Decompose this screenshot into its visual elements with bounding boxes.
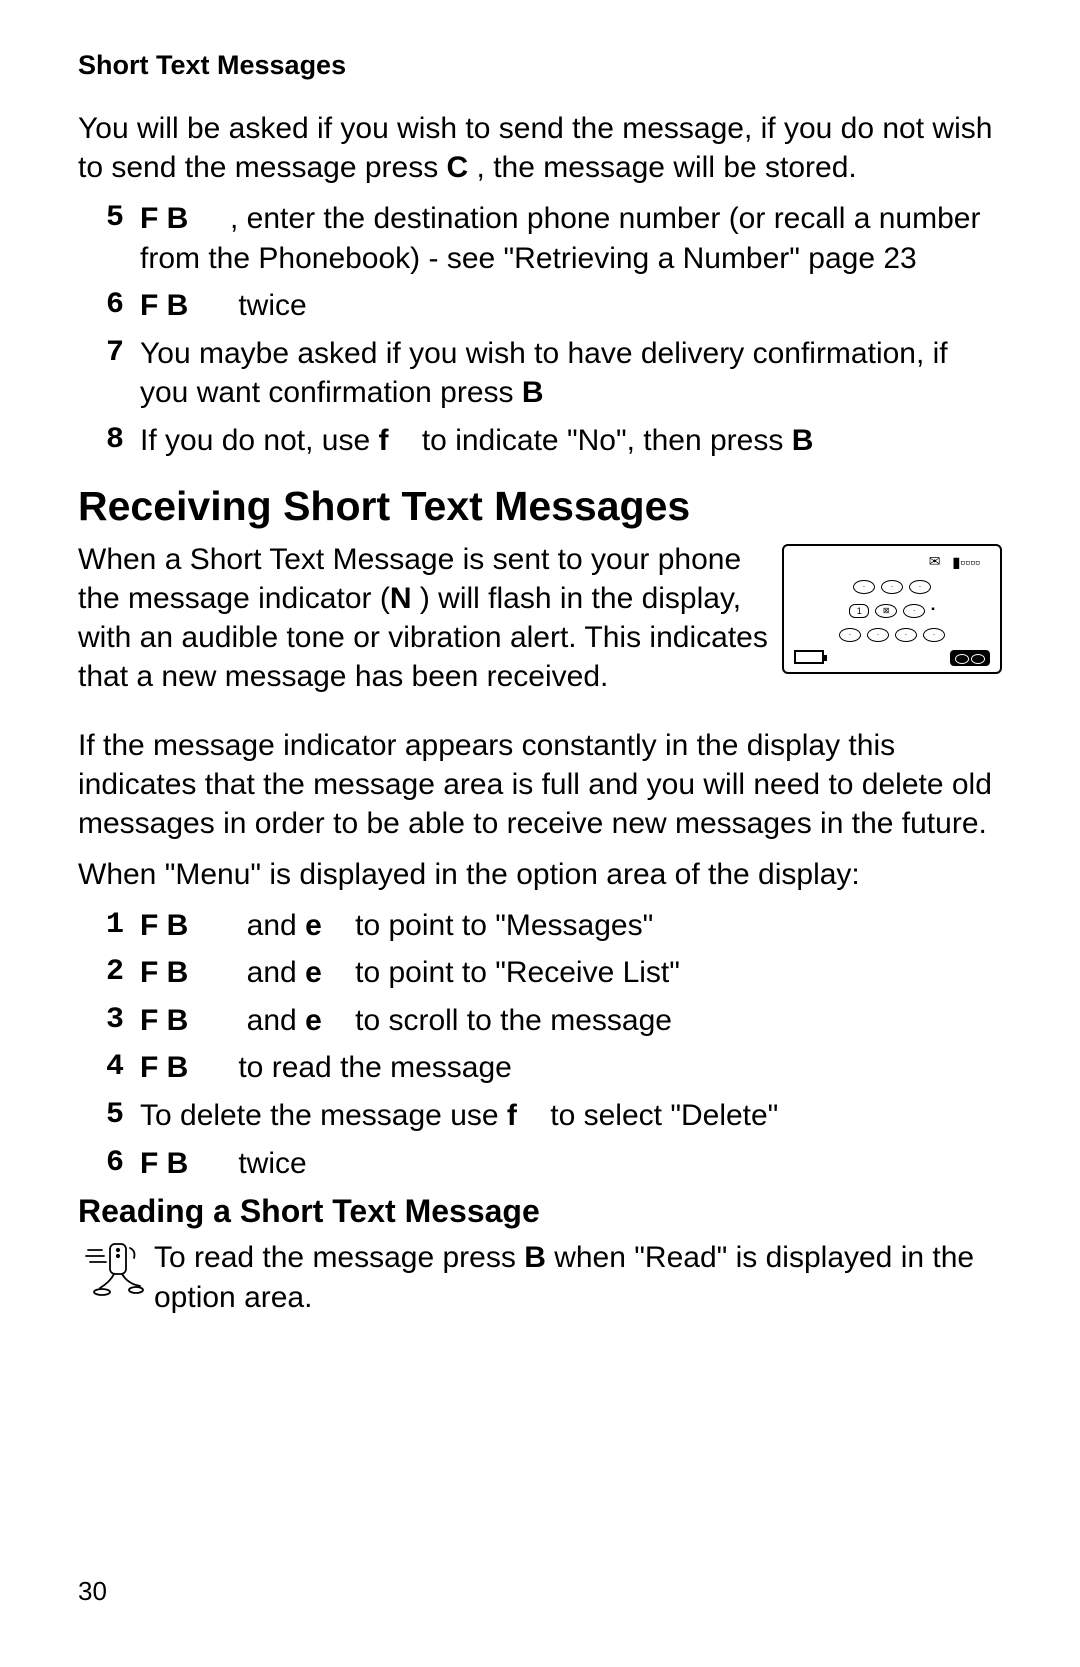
step-b4: 4 F B to read the message bbox=[106, 1048, 1002, 1088]
steps-block-a: 5 F B , enter the destination phone numb… bbox=[78, 199, 1002, 461]
key-fb: F B bbox=[140, 909, 188, 942]
step-a7: 7 You maybe asked if you wish to have de… bbox=[106, 334, 1002, 413]
lcd-cell: · bbox=[923, 628, 945, 642]
step-number: 6 bbox=[106, 286, 140, 326]
phone-screen-icon: ✉ ▮▫▫▫▫ · · · 1 ⊠ · ▪ · · · · bbox=[782, 544, 1002, 674]
before: To delete the message use bbox=[140, 1099, 507, 1132]
step-number: 8 bbox=[106, 421, 140, 461]
envelope-icon: ✉ bbox=[929, 554, 941, 571]
key-b: B bbox=[522, 376, 544, 409]
tail: to point to "Messages" bbox=[347, 909, 653, 942]
step-mid: to indicate "No", then press bbox=[414, 424, 792, 457]
lcd-cell: · bbox=[867, 628, 889, 642]
key-fb: F B bbox=[140, 1147, 188, 1180]
lcd-cell: · bbox=[853, 580, 875, 594]
and: and bbox=[238, 909, 305, 942]
intro-text-2: , the message will be stored. bbox=[468, 151, 857, 184]
step-number: 4 bbox=[106, 1048, 140, 1088]
lcd-cell: ⊠ bbox=[875, 604, 897, 618]
step-text: F B and e to scroll to the message bbox=[140, 1001, 1002, 1041]
receiving-p2: If the message indicator appears constan… bbox=[78, 726, 1002, 843]
step-number: 6 bbox=[106, 1144, 140, 1184]
key-e: e bbox=[305, 956, 322, 989]
tip-row: To read the message press B when "Read" … bbox=[78, 1238, 1002, 1317]
step-b2: 2 F B and e to point to "Receive List" bbox=[106, 953, 1002, 993]
softkey-icon bbox=[950, 650, 990, 666]
key-fb: F B bbox=[140, 1051, 188, 1084]
step-content: twice bbox=[238, 289, 306, 322]
lcd-dot: ▪ bbox=[931, 604, 935, 618]
step-text: F B and e to point to "Receive List" bbox=[140, 953, 1002, 993]
lcd-cell: · bbox=[895, 628, 917, 642]
battery-icon bbox=[794, 650, 824, 664]
step-a8: 8 If you do not, use f to indicate "No",… bbox=[106, 421, 1002, 461]
lcd-cell: · bbox=[909, 580, 931, 594]
step-number: 1 bbox=[106, 906, 140, 946]
step-text: F B , enter the destination phone number… bbox=[140, 199, 1002, 278]
page-header: Short Text Messages bbox=[78, 50, 1002, 81]
step-text: F B twice bbox=[140, 286, 1002, 326]
lcd-cell: · bbox=[881, 580, 903, 594]
step-content: , enter the destination phone number (or… bbox=[140, 202, 980, 275]
and: and bbox=[238, 1004, 305, 1037]
signal-icon: ▮▫▫▫▫ bbox=[952, 554, 980, 571]
step-text: To delete the message use f to select "D… bbox=[140, 1096, 1002, 1136]
step-number: 5 bbox=[106, 1096, 140, 1136]
tail: to point to "Receive List" bbox=[347, 956, 680, 989]
step-content: You maybe asked if you wish to have deli… bbox=[140, 337, 948, 410]
step-b5: 5 To delete the message use f to select … bbox=[106, 1096, 1002, 1136]
step-b3: 3 F B and e to scroll to the message bbox=[106, 1001, 1002, 1041]
lcd-cell: 1 bbox=[849, 604, 869, 618]
step-text: You maybe asked if you wish to have deli… bbox=[140, 334, 1002, 413]
key-b: B bbox=[524, 1241, 546, 1274]
tail: to scroll to the message bbox=[347, 1004, 672, 1037]
key-f: f bbox=[379, 424, 389, 457]
receiving-p3: When "Menu" is displayed in the option a… bbox=[78, 855, 1002, 894]
step-b1: 1 F B and e to point to "Messages" bbox=[106, 906, 1002, 946]
tail: to read the message bbox=[238, 1051, 512, 1084]
tail: to select "Delete" bbox=[542, 1099, 778, 1132]
key-c: C bbox=[447, 151, 469, 184]
step-text: F B to read the message bbox=[140, 1048, 1002, 1088]
step-b6: 6 F B twice bbox=[106, 1144, 1002, 1184]
lcd-cell: · bbox=[839, 628, 861, 642]
step-before: If you do not, use bbox=[140, 424, 379, 457]
step-a6: 6 F B twice bbox=[106, 286, 1002, 326]
step-a5: 5 F B , enter the destination phone numb… bbox=[106, 199, 1002, 278]
steps-block-b: 1 F B and e to point to "Messages" 2 F B… bbox=[78, 906, 1002, 1184]
tip-a: To read the message press bbox=[154, 1241, 524, 1274]
step-text: F B twice bbox=[140, 1144, 1002, 1184]
tip-text: To read the message press B when "Read" … bbox=[154, 1238, 1002, 1317]
intro-paragraph: You will be asked if you wish to send th… bbox=[78, 109, 1002, 187]
key-e: e bbox=[305, 1004, 322, 1037]
running-phone-icon bbox=[84, 1238, 154, 1309]
lcd-cell: · bbox=[903, 604, 925, 618]
key-n: N bbox=[390, 582, 412, 615]
step-number: 7 bbox=[106, 334, 140, 374]
page-number: 30 bbox=[78, 1576, 107, 1607]
step-text: F B and e to point to "Messages" bbox=[140, 906, 1002, 946]
and: and bbox=[238, 956, 305, 989]
step-number: 3 bbox=[106, 1001, 140, 1041]
receiving-heading: Receiving Short Text Messages bbox=[78, 483, 1002, 530]
key-fb: F B bbox=[140, 289, 188, 322]
key-e: e bbox=[305, 909, 322, 942]
key-fb: F B bbox=[140, 202, 188, 235]
step-number: 5 bbox=[106, 199, 140, 239]
key-fb: F B bbox=[140, 956, 188, 989]
key-b: B bbox=[792, 424, 814, 457]
tail: twice bbox=[238, 1147, 306, 1180]
step-number: 2 bbox=[106, 953, 140, 993]
step-text: If you do not, use f to indicate "No", t… bbox=[140, 421, 1002, 461]
reading-heading: Reading a Short Text Message bbox=[78, 1193, 1002, 1230]
key-fb: F B bbox=[140, 1004, 188, 1037]
key-f: f bbox=[507, 1099, 517, 1132]
